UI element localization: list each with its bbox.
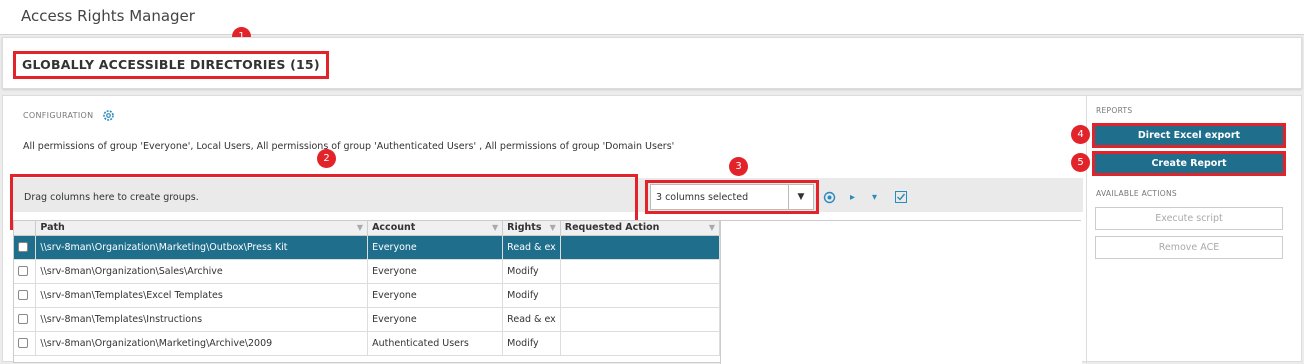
main-panel: CONFIGURATION All permissions of group '… xyxy=(2,95,1303,364)
execute-script-button[interactable]: Execute script xyxy=(1095,207,1283,230)
requested-action-cell xyxy=(560,235,721,260)
available-actions-label: AVAILABLE ACTIONS xyxy=(1096,189,1177,198)
row-checkbox[interactable] xyxy=(18,266,28,276)
requested-action-cell xyxy=(560,259,721,284)
column-header-rights[interactable]: Rights ▼ xyxy=(502,221,561,236)
select-all-column[interactable] xyxy=(14,221,37,236)
configuration-description: All permissions of group 'Everyone', Loc… xyxy=(23,141,675,152)
permissions-grid: Path ▼ Account ▼ Rights ▼ Requested Action ▼… xyxy=(13,220,1082,364)
table-row[interactable]: \\srv-8man\Templates\Instructions Everyo… xyxy=(14,307,721,332)
gear-icon[interactable] xyxy=(102,109,115,122)
callout-badge-2: 2 xyxy=(317,149,336,168)
filter-icon[interactable]: ▼ xyxy=(492,223,498,232)
row-checkbox-cell[interactable] xyxy=(14,331,37,356)
rights-cell: Modify xyxy=(502,331,561,356)
column-header-requested-action[interactable]: Requested Action ▼ xyxy=(560,221,721,236)
column-header-label: Account xyxy=(372,222,416,234)
table-row[interactable]: \\srv-8man\Templates\Excel Templates Eve… xyxy=(14,283,721,308)
refresh-icon[interactable] xyxy=(823,191,836,207)
rights-cell: Read & ex xyxy=(502,307,561,332)
row-checkbox[interactable] xyxy=(18,314,28,324)
table-header-row: Path ▼ Account ▼ Rights ▼ Requested Action ▼ xyxy=(14,221,721,236)
row-checkbox[interactable] xyxy=(18,338,28,348)
callout-badge-5: 5 xyxy=(1071,153,1090,172)
filter-icon[interactable]: ▼ xyxy=(550,223,556,232)
account-cell: Everyone xyxy=(367,235,504,260)
path-cell: \\srv-8man\Templates\Instructions xyxy=(35,307,369,332)
path-cell: \\srv-8man\Organization\Marketing\Archiv… xyxy=(35,331,369,356)
account-cell: Everyone xyxy=(367,307,504,332)
row-checkbox-cell[interactable] xyxy=(14,307,37,332)
section-title: GLOBALLY ACCESSIBLE DIRECTORIES (15) xyxy=(13,51,329,79)
checklist-icon[interactable] xyxy=(895,191,907,206)
direct-excel-export-button[interactable]: Direct Excel export xyxy=(1095,126,1283,145)
row-checkbox-cell[interactable] xyxy=(14,283,37,308)
path-cell: \\srv-8man\Organization\Marketing\Outbox… xyxy=(35,235,369,260)
requested-action-cell xyxy=(560,331,721,356)
table-row[interactable]: \\srv-8man\Organization\Marketing\Outbox… xyxy=(14,235,721,260)
callout-box-3 xyxy=(645,180,819,214)
path-cell: \\srv-8man\Organization\Sales\Archive xyxy=(35,259,369,284)
app-header: Access Rights Manager xyxy=(0,0,1304,35)
create-report-button[interactable]: Create Report xyxy=(1095,154,1283,173)
filter-icon[interactable]: ▼ xyxy=(357,223,363,232)
callout-badge-4: 4 xyxy=(1071,125,1090,144)
filter-icon[interactable]: ▼ xyxy=(709,223,715,232)
rights-cell: Read & ex xyxy=(502,235,561,260)
path-cell: \\srv-8man\Templates\Excel Templates xyxy=(35,283,369,308)
row-checkbox[interactable] xyxy=(18,290,28,300)
callout-badge-3: 3 xyxy=(729,157,748,176)
column-header-label: Requested Action xyxy=(564,222,660,234)
play-icon[interactable]: ▸ xyxy=(850,192,855,203)
grid-empty-area xyxy=(720,221,1082,364)
column-header-label: Rights xyxy=(507,222,542,234)
section-header: GLOBALLY ACCESSIBLE DIRECTORIES (15) xyxy=(2,37,1302,89)
side-panel: REPORTS Direct Excel export 4 Create Rep… xyxy=(1071,96,1303,363)
column-header-label: Path xyxy=(40,222,65,234)
row-checkbox-cell[interactable] xyxy=(14,235,37,260)
account-cell: Authenticated Users xyxy=(367,331,504,356)
rights-cell: Modify xyxy=(502,259,561,284)
requested-action-cell xyxy=(560,307,721,332)
account-cell: Everyone xyxy=(367,283,504,308)
table-row[interactable]: \\srv-8man\Organization\Sales\Archive Ev… xyxy=(14,259,721,284)
configuration-label: CONFIGURATION xyxy=(23,111,94,120)
row-checkbox-cell[interactable] xyxy=(14,259,37,284)
column-header-account[interactable]: Account ▼ xyxy=(367,221,504,236)
reports-label: REPORTS xyxy=(1096,106,1133,115)
dropdown-icon[interactable]: ▾ xyxy=(872,192,877,203)
table-row[interactable]: \\srv-8man\Organization\Marketing\Archiv… xyxy=(14,331,721,356)
rights-cell: Modify xyxy=(502,283,561,308)
requested-action-cell xyxy=(560,283,721,308)
permissions-table: Path ▼ Account ▼ Rights ▼ Requested Action ▼… xyxy=(14,221,721,356)
row-checkbox[interactable] xyxy=(18,242,28,252)
app-title: Access Rights Manager xyxy=(21,7,195,25)
remove-ace-button[interactable]: Remove ACE xyxy=(1095,236,1283,259)
column-header-path[interactable]: Path ▼ xyxy=(35,221,369,236)
account-cell: Everyone xyxy=(367,259,504,284)
